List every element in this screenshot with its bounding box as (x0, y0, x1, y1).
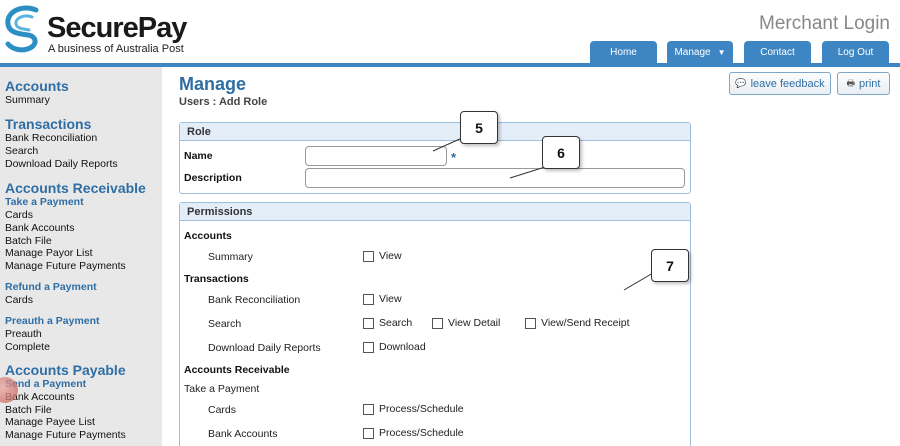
perm-heading-transactions: Transactions (184, 273, 249, 285)
checkbox-icon (525, 317, 536, 329)
perm-summary-view-checkbox[interactable]: View (363, 250, 402, 262)
nav-manage[interactable]: Manage ▼ (667, 41, 733, 63)
sidebar-item-take-a-payment[interactable]: Take a Payment (5, 196, 84, 208)
perm-cards-process-checkbox[interactable]: Process/Schedule (363, 403, 464, 415)
perm-bank-reconciliation-view-label: View (379, 293, 402, 305)
page-subtitle: Users : Add Role (179, 96, 268, 108)
perm-search-checkbox[interactable]: Search (363, 317, 412, 329)
sidebar-heading-transactions: Transactions (5, 116, 92, 132)
perm-search-option-label: Search (379, 317, 413, 329)
sidebar-item-payable-batch-file[interactable]: Batch File (5, 404, 52, 416)
securepay-logo-icon (5, 5, 39, 53)
nav-home-label: Home (610, 46, 637, 58)
sidebar-item-bank-reconciliation[interactable]: Bank Reconciliation (5, 132, 97, 144)
sidebar-heading-accounts: Accounts (5, 78, 69, 94)
perm-heading-accounts-receivable: Accounts Receivable (184, 364, 290, 376)
sidebar-item-payable-manage-future-payments[interactable]: Manage Future Payments (5, 429, 126, 441)
role-name-input[interactable] (305, 146, 447, 166)
perm-bank-accounts-label: Bank Accounts (208, 428, 278, 440)
perm-cards-process-label: Process/Schedule (379, 403, 464, 415)
sidebar-item-summary[interactable]: Summary (5, 94, 50, 106)
checkbox-icon (432, 317, 443, 329)
perm-search-label: Search (208, 318, 242, 330)
perm-bank-reconciliation-label: Bank Reconciliation (208, 294, 301, 306)
checkbox-icon (363, 341, 374, 353)
sidebar-heading-accounts-receivable: Accounts Receivable (5, 180, 146, 196)
perm-summary-view-label: View (379, 250, 402, 262)
printer-icon: 🖶 (846, 77, 856, 88)
perm-download-label: Download (379, 341, 426, 353)
leave-feedback-button[interactable]: 💬 leave feedback (729, 72, 831, 95)
perm-bank-reconciliation-view-checkbox[interactable]: View (363, 293, 402, 305)
callout-5: 5 (460, 111, 498, 144)
brand-name: SecurePay (47, 12, 187, 44)
perm-download-checkbox[interactable]: Download (363, 341, 426, 353)
securepay-logo[interactable]: SecurePay A business of Australia Post (2, 4, 187, 58)
print-button[interactable]: 🖶 print (837, 72, 890, 95)
required-marker: * (451, 150, 457, 165)
nav-logout-label: Log Out (837, 46, 874, 58)
sidebar-item-refund-a-payment[interactable]: Refund a Payment (5, 281, 97, 293)
role-panel-heading: Role (180, 123, 690, 141)
perm-view-send-receipt-label: View/Send Receipt (541, 317, 630, 329)
nav-contact-label: Contact (760, 46, 795, 58)
sidebar-item-manage-payor-list[interactable]: Manage Payor List (5, 247, 93, 259)
sidebar-item-bank-accounts[interactable]: Bank Accounts (5, 222, 74, 234)
perm-view-detail-checkbox[interactable]: View Detail (432, 317, 500, 329)
sidebar-item-search[interactable]: Search (5, 145, 38, 157)
callout-6: 6 (542, 136, 580, 169)
merchant-login-title: Merchant Login (759, 13, 890, 34)
nav-logout[interactable]: Log Out (822, 41, 889, 63)
print-label: print (859, 77, 881, 90)
perm-download-daily-reports-label: Download Daily Reports (208, 342, 321, 354)
sidebar: Accounts Summary Transactions Bank Recon… (0, 67, 162, 446)
sidebar-item-complete[interactable]: Complete (5, 341, 50, 353)
sidebar-heading-accounts-payable: Accounts Payable (5, 362, 126, 378)
callout-7: 7 (651, 249, 689, 282)
chevron-down-icon: ▼ (717, 47, 726, 57)
nav-manage-label: Manage (674, 46, 711, 58)
perm-view-detail-label: View Detail (448, 317, 501, 329)
permissions-panel-heading: Permissions (180, 203, 690, 221)
nav-home[interactable]: Home (590, 41, 657, 63)
description-label: Description (184, 172, 242, 184)
perm-summary-label: Summary (208, 251, 253, 263)
perm-heading-accounts: Accounts (184, 230, 232, 242)
checkbox-icon (363, 317, 374, 329)
perm-view-send-receipt-checkbox[interactable]: View/Send Receipt (525, 317, 630, 329)
speech-bubble-icon: 💬 (735, 78, 747, 88)
checkbox-icon (363, 403, 374, 415)
sidebar-item-download-daily-reports[interactable]: Download Daily Reports (5, 158, 118, 170)
sidebar-item-preauth[interactable]: Preauth (5, 328, 42, 340)
sidebar-item-cards[interactable]: Cards (5, 209, 33, 221)
perm-cards-label: Cards (208, 404, 237, 416)
sidebar-item-preauth-a-payment[interactable]: Preauth a Payment (5, 315, 100, 327)
checkbox-icon (363, 293, 374, 305)
nav-contact[interactable]: Contact (744, 41, 811, 63)
perm-bank-accounts-process-label: Process/Schedule (379, 427, 464, 439)
leave-feedback-label: leave feedback (750, 77, 825, 90)
name-label: Name (184, 150, 213, 162)
sidebar-item-manage-future-payments[interactable]: Manage Future Payments (5, 260, 126, 272)
sidebar-item-refund-cards[interactable]: Cards (5, 294, 33, 306)
sidebar-item-batch-file[interactable]: Batch File (5, 235, 52, 247)
brand-tagline: A business of Australia Post (48, 43, 184, 55)
perm-take-a-payment-label: Take a Payment (184, 383, 260, 395)
checkbox-icon (363, 250, 374, 262)
perm-bank-accounts-process-checkbox[interactable]: Process/Schedule (363, 427, 464, 439)
sidebar-item-manage-payee-list[interactable]: Manage Payee List (5, 416, 95, 428)
checkbox-icon (363, 427, 374, 439)
page-title: Manage (179, 74, 247, 94)
role-description-input[interactable] (305, 168, 685, 188)
